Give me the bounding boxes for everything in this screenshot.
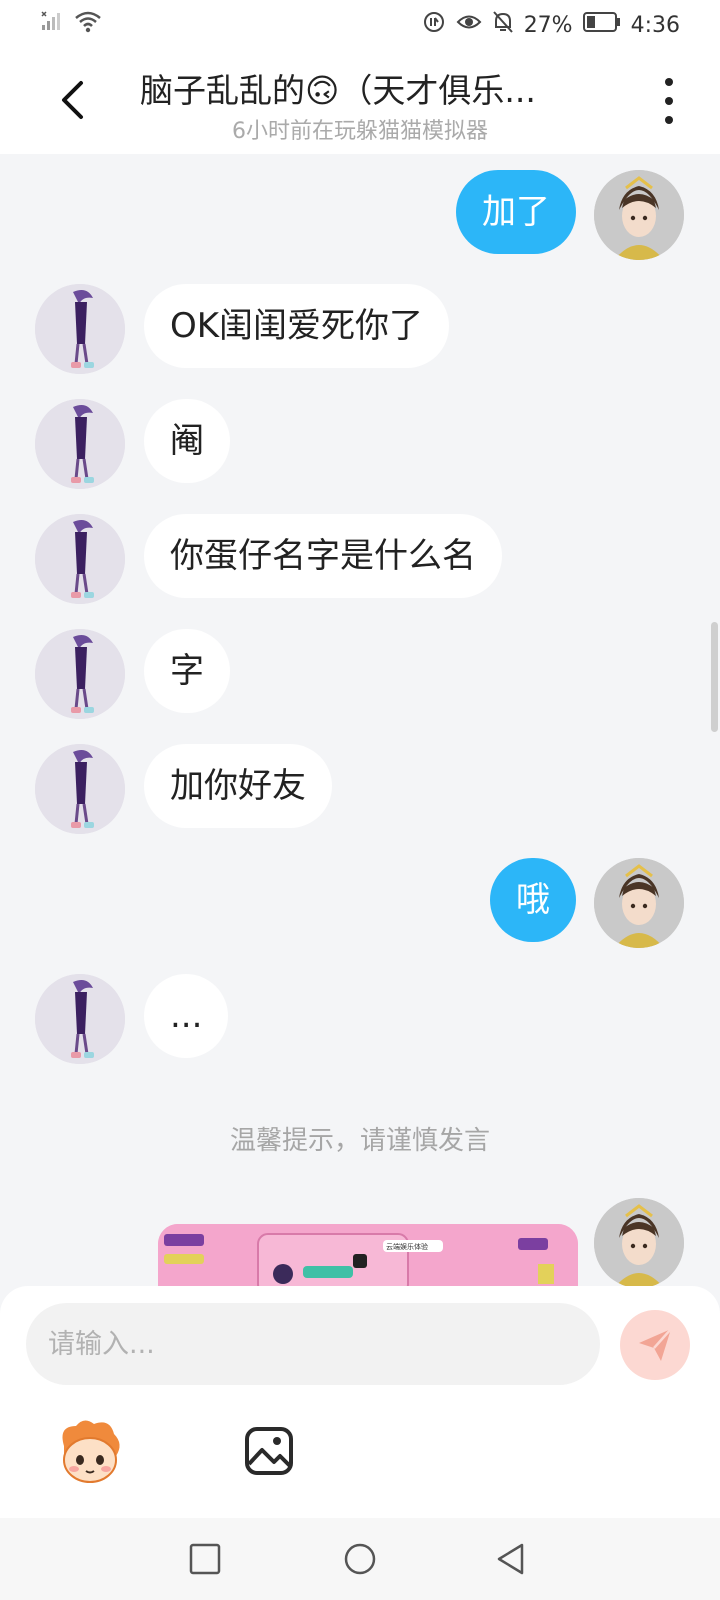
- message-bubble[interactable]: 阉: [144, 399, 230, 483]
- battery-icon: [582, 11, 621, 39]
- status-left: [40, 10, 102, 40]
- clock: 4:36: [630, 12, 680, 38]
- back-nav-button[interactable]: [494, 1542, 528, 1576]
- no-sim-icon: [40, 10, 64, 40]
- friend-avatar[interactable]: [35, 284, 125, 374]
- friend-avatar[interactable]: [35, 974, 125, 1064]
- input-panel: [0, 1286, 720, 1518]
- game-screenshot-thumbnail: 云端娱乐体验: [158, 1224, 578, 1286]
- message-bubble[interactable]: 哦: [490, 858, 576, 942]
- image-picker-button[interactable]: [244, 1426, 294, 1476]
- message-input[interactable]: [26, 1303, 600, 1385]
- dot: [665, 78, 673, 86]
- message-row: OK闺闺爱死你了: [0, 284, 720, 374]
- mascot-emoji-icon: [62, 1420, 120, 1483]
- message-bubble[interactable]: 你蛋仔名字是什么名: [144, 514, 502, 598]
- friend-avatar[interactable]: [35, 514, 125, 604]
- more-button[interactable]: [654, 78, 684, 124]
- image-message-caption: 云端娱乐体验: [386, 1242, 428, 1251]
- message-row: 阉: [0, 399, 720, 489]
- friend-avatar[interactable]: [35, 629, 125, 719]
- home-button[interactable]: [343, 1542, 377, 1576]
- chat-title: 脑子乱乱的🙃（天才俱乐...: [140, 71, 536, 110]
- wifi-icon: [74, 10, 102, 40]
- my-avatar[interactable]: [594, 858, 684, 948]
- friend-avatar[interactable]: [35, 744, 125, 834]
- my-avatar[interactable]: [594, 170, 684, 260]
- chat-area[interactable]: 加了 OK闺闺爱死你了 阉 你蛋仔名字是什么名 字 加你好友 哦 ... 温馨提…: [0, 154, 720, 1286]
- image-icon: [245, 1427, 293, 1475]
- chat-header: 脑子乱乱的🙃（天才俱乐... 6小时前在玩躲猫猫模拟器: [0, 50, 720, 154]
- message-row: 加你好友: [0, 744, 720, 834]
- friend-avatar[interactable]: [35, 399, 125, 489]
- my-avatar[interactable]: [594, 1198, 684, 1286]
- scrollbar[interactable]: [711, 622, 718, 732]
- square-icon: [189, 1543, 221, 1575]
- emoji-button[interactable]: [54, 1416, 126, 1488]
- tip-text: 温馨提示，请谨慎发言: [229, 1126, 490, 1156]
- message-bubble[interactable]: 加了: [456, 170, 576, 254]
- data-saver-icon: [422, 10, 446, 40]
- eye-icon: [456, 10, 482, 40]
- battery-percent: 27%: [523, 12, 573, 38]
- message-row: 字: [0, 629, 720, 719]
- send-button[interactable]: [620, 1310, 690, 1380]
- chat-subtitle: 6小时前在玩躲猫猫模拟器: [232, 119, 488, 144]
- image-message[interactable]: 云端娱乐体验: [158, 1224, 578, 1286]
- status-bar: 27% 4:36: [0, 0, 720, 50]
- mute-icon: [492, 10, 514, 40]
- dot: [665, 97, 673, 105]
- message-row: 哦: [0, 858, 720, 948]
- dot: [665, 116, 673, 124]
- send-icon: [639, 1328, 672, 1361]
- circle-icon: [344, 1543, 376, 1575]
- message-bubble[interactable]: 字: [144, 629, 230, 713]
- triangle-back-icon: [497, 1543, 524, 1575]
- message-bubble[interactable]: ...: [144, 974, 229, 1058]
- recent-apps-button[interactable]: [188, 1542, 222, 1576]
- message-row: 你蛋仔名字是什么名: [0, 514, 720, 604]
- system-nav-bar: [0, 1518, 720, 1600]
- message-row: 加了: [0, 170, 720, 260]
- message-bubble[interactable]: 加你好友: [144, 744, 332, 828]
- message-row: ...: [0, 974, 720, 1064]
- message-bubble[interactable]: OK闺闺爱死你了: [144, 284, 450, 368]
- status-right: 27% 4:36: [422, 10, 680, 40]
